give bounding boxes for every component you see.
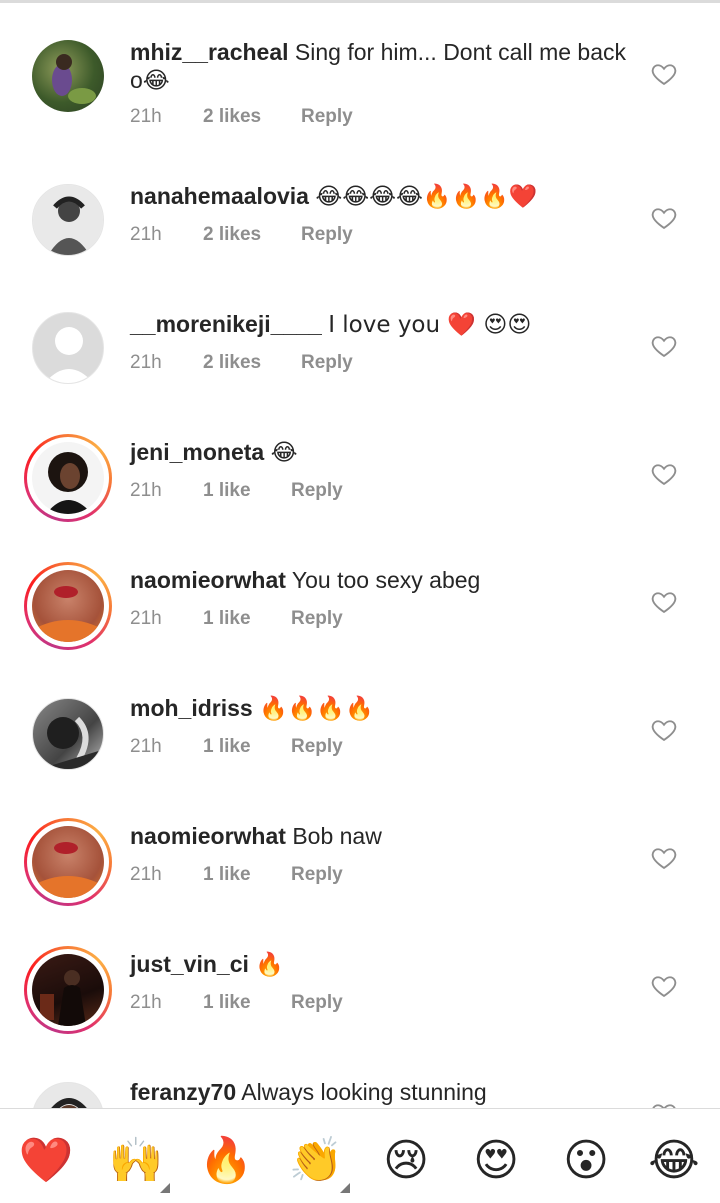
like-heart-icon[interactable] [650, 60, 678, 88]
comment-time: 21h [130, 224, 162, 245]
comment-likes[interactable]: 2 likes [203, 106, 261, 128]
comment-likes[interactable]: 1 like [203, 736, 251, 758]
raising-hands-icon[interactable]: 🙌 [108, 1133, 164, 1189]
skin-tone-indicator [160, 1183, 170, 1193]
like-heart-icon[interactable] [650, 844, 678, 872]
comment-time: 21h [130, 992, 162, 1013]
comment-likes[interactable]: 1 like [203, 864, 251, 886]
comment-item: feranzy70 Always looking stunning [0, 1064, 720, 1108]
comment-list[interactable]: mhiz__racheal Sing for him... Dont call … [0, 0, 720, 1108]
comment-item: naomieorwhat Bob naw 21h 1 like Reply [0, 808, 720, 936]
comment-time: 21h [130, 864, 162, 885]
emoji-reaction-bar: ❤️ 🙌 🔥 👏 😢 😍 😮 😂 [0, 1108, 720, 1203]
comment-text: just_vin_ci 🔥 [130, 950, 630, 979]
reply-button[interactable]: Reply [291, 992, 343, 1014]
comment-body: You too sexy abeg [291, 567, 481, 593]
comment-item: jeni_moneta 😂 21h 1 like Reply [0, 424, 720, 552]
comment-username[interactable]: naomieorwhat [130, 567, 286, 593]
comment-username[interactable]: just_vin_ci [130, 951, 249, 977]
avatar[interactable] [24, 1074, 112, 1108]
comment-item: moh_idriss 🔥🔥🔥🔥 21h 1 like Reply [0, 680, 720, 808]
comment-text: jeni_moneta 😂 [130, 438, 630, 467]
comment-item: naomieorwhat You too sexy abeg 21h 1 lik… [0, 552, 720, 680]
comment-body: Bob naw [292, 823, 382, 849]
comment-time: 21h [130, 480, 162, 501]
tears-of-joy-icon[interactable]: 😂 [646, 1133, 702, 1189]
comment-likes[interactable]: 1 like [203, 608, 251, 630]
reply-button[interactable]: Reply [291, 864, 343, 886]
comment-body: 🔥 [255, 952, 284, 978]
like-heart-icon[interactable] [650, 460, 678, 488]
comment-username[interactable]: naomieorwhat [130, 823, 286, 849]
reply-button[interactable]: Reply [291, 736, 343, 758]
comment-body: 😂 [270, 440, 298, 466]
like-heart-icon[interactable] [650, 972, 678, 1000]
comment-text: feranzy70 Always looking stunning [130, 1078, 630, 1106]
avatar[interactable] [24, 946, 112, 1034]
comment-time: 21h [130, 608, 162, 629]
avatar[interactable] [24, 562, 112, 650]
comment-username[interactable]: feranzy70 [130, 1079, 236, 1105]
like-heart-icon[interactable] [650, 716, 678, 744]
avatar[interactable] [24, 304, 112, 392]
avatar[interactable] [24, 434, 112, 522]
comment-item: nanahemaalovia 😂😂😂😂🔥🔥🔥❤️ 21h 2 likes Rep… [0, 168, 720, 296]
heart-eyes-icon[interactable]: 😍 [468, 1133, 524, 1189]
comment-body: Always looking stunning [241, 1079, 487, 1105]
comment-text: mhiz__racheal Sing for him... Dont call … [130, 38, 630, 94]
comment-text: __morenikeji____ I love you ❤️ 😍😍 [130, 310, 630, 339]
comment-likes[interactable]: 1 like [203, 480, 251, 502]
avatar[interactable] [24, 818, 112, 906]
comment-username[interactable]: nanahemaalovia [130, 183, 309, 209]
comment-time: 21h [130, 106, 162, 127]
comment-username[interactable]: mhiz__racheal [130, 39, 289, 65]
comment-username[interactable]: jeni_moneta [130, 439, 264, 465]
comment-text: naomieorwhat Bob naw [130, 822, 630, 850]
comment-item: __morenikeji____ I love you ❤️ 😍😍 21h 2 … [0, 296, 720, 424]
comment-username[interactable]: moh_idriss [130, 695, 253, 721]
reply-button[interactable]: Reply [291, 608, 343, 630]
comment-text: moh_idriss 🔥🔥🔥🔥 [130, 694, 630, 723]
comment-item: just_vin_ci 🔥 21h 1 like Reply [0, 936, 720, 1064]
like-heart-icon[interactable] [650, 1100, 678, 1108]
like-heart-icon[interactable] [650, 588, 678, 616]
red-heart-icon[interactable]: ❤️ [18, 1133, 74, 1189]
reply-button[interactable]: Reply [301, 106, 353, 128]
like-heart-icon[interactable] [650, 204, 678, 232]
comment-item: mhiz__racheal Sing for him... Dont call … [0, 20, 720, 148]
comment-time: 21h [130, 352, 162, 373]
skin-tone-indicator [340, 1183, 350, 1193]
comment-likes[interactable]: 2 likes [203, 352, 261, 374]
comment-body: 🔥🔥🔥🔥 [259, 696, 374, 722]
comment-likes[interactable]: 2 likes [203, 224, 261, 246]
surprised-face-icon[interactable]: 😮 [558, 1133, 614, 1189]
like-heart-icon[interactable] [650, 332, 678, 360]
comment-text: naomieorwhat You too sexy abeg [130, 566, 630, 594]
clapping-hands-icon[interactable]: 👏 [288, 1133, 344, 1189]
comment-username[interactable]: __morenikeji____ [130, 311, 322, 337]
avatar[interactable] [24, 176, 112, 264]
avatar[interactable] [24, 32, 112, 120]
crying-face-icon[interactable]: 😢 [378, 1133, 434, 1189]
comment-text: nanahemaalovia 😂😂😂😂🔥🔥🔥❤️ [130, 182, 630, 211]
reply-button[interactable]: Reply [291, 480, 343, 502]
fire-icon[interactable]: 🔥 [198, 1133, 254, 1189]
comment-likes[interactable]: 1 like [203, 992, 251, 1014]
comment-time: 21h [130, 736, 162, 757]
reply-button[interactable]: Reply [301, 352, 353, 374]
reply-button[interactable]: Reply [301, 224, 353, 246]
comment-body: I love you ❤️ 😍😍 [328, 312, 532, 338]
avatar[interactable] [24, 690, 112, 778]
comment-body: 😂😂😂😂🔥🔥🔥❤️ [315, 184, 538, 210]
